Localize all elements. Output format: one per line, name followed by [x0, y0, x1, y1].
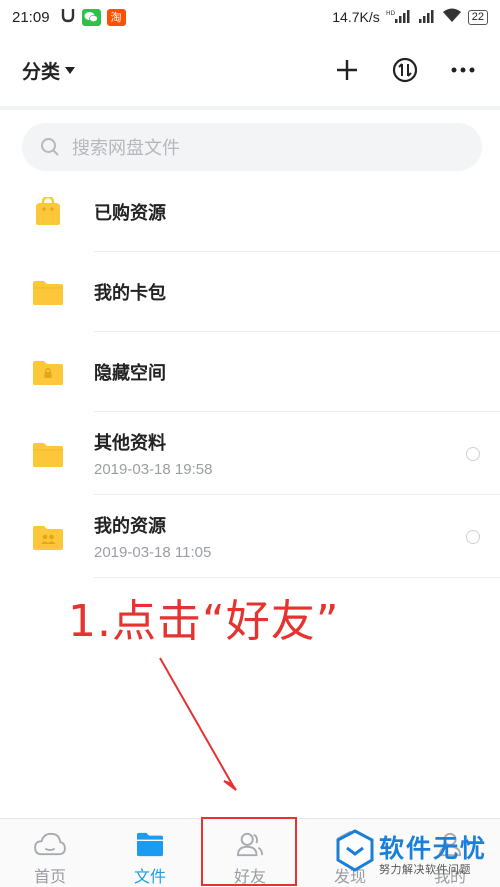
search-placeholder: 搜索网盘文件: [72, 138, 180, 158]
nav-home[interactable]: 首页: [0, 819, 100, 887]
file-name: 我的卡包: [94, 283, 166, 303]
sort-button[interactable]: [390, 55, 420, 85]
home-cloud-icon: [34, 832, 66, 856]
file-date: 2019-03-18 19:58: [94, 461, 213, 478]
purchased-bag-icon: [32, 195, 64, 227]
select-radio[interactable]: [466, 529, 480, 544]
file-row-hidden-space[interactable]: 隐藏空间: [0, 332, 500, 412]
file-name: 其他资料: [94, 433, 166, 453]
file-folder-icon: [137, 832, 163, 857]
nav-label: 文件: [133, 869, 166, 886]
site-watermark: 软件无忧 努力解决软件问题: [333, 827, 500, 887]
file-name: 我的资源: [94, 516, 166, 536]
file-name: 隐藏空间: [94, 363, 166, 383]
file-row-purchased[interactable]: 已购资源: [0, 172, 500, 252]
status-time: 21:09: [12, 8, 50, 26]
search-bar[interactable]: 搜索网盘文件: [22, 123, 482, 171]
wifi-icon: [442, 8, 462, 26]
add-button[interactable]: [332, 55, 362, 85]
file-name: 已购资源: [94, 203, 166, 223]
locked-folder-icon: [32, 357, 64, 387]
shared-folder-icon: [32, 522, 64, 552]
nav-files[interactable]: 文件: [100, 819, 200, 887]
tutorial-annotation: 1.点击“好友”: [68, 596, 340, 647]
file-row-other-materials[interactable]: 其他资料 2019-03-18 19:58: [0, 412, 500, 495]
battery-icon: 22: [467, 9, 488, 25]
file-date: 2019-03-18 11:05: [94, 544, 212, 561]
signal-icon-2: [418, 9, 436, 26]
network-speed: 14.7K/s: [332, 9, 380, 25]
taobao-icon: 淘: [106, 8, 126, 26]
sort-icon: [392, 57, 418, 83]
top-app-bar: 分类: [0, 34, 500, 106]
watermark-title: 软件无忧: [379, 835, 488, 863]
nav-label: 首页: [33, 869, 66, 886]
category-label: 分类: [22, 61, 61, 83]
search-icon: [41, 138, 59, 156]
svg-text:HD: HD: [386, 10, 396, 17]
more-button[interactable]: [448, 55, 478, 85]
friends-highlight-box: [201, 817, 297, 886]
folder-icon: [32, 277, 64, 307]
add-icon: [337, 60, 357, 80]
file-list: 已购资源 我的卡包 隐藏空间 其他资料 2019-03-18 19:58 我的资…: [0, 172, 500, 578]
watermark-subtitle: 努力解决软件问题: [379, 864, 471, 876]
signal-icon: HD: [386, 9, 412, 26]
file-row-my-resources[interactable]: 我的资源 2019-03-18 11:05: [0, 495, 500, 578]
wechat-icon: [81, 8, 101, 26]
caret-down-icon: [65, 66, 76, 74]
more-icon: [451, 67, 475, 73]
header-divider: [0, 106, 500, 110]
notification-icon: [60, 7, 76, 27]
select-radio[interactable]: [466, 446, 480, 461]
watermark-logo-icon: [336, 829, 374, 872]
status-bar: 21:09 淘 14.7K/s HD 22: [0, 0, 500, 34]
category-dropdown[interactable]: 分类: [22, 57, 76, 84]
folder-icon: [32, 439, 64, 469]
file-row-card-wallet[interactable]: 我的卡包: [0, 252, 500, 332]
